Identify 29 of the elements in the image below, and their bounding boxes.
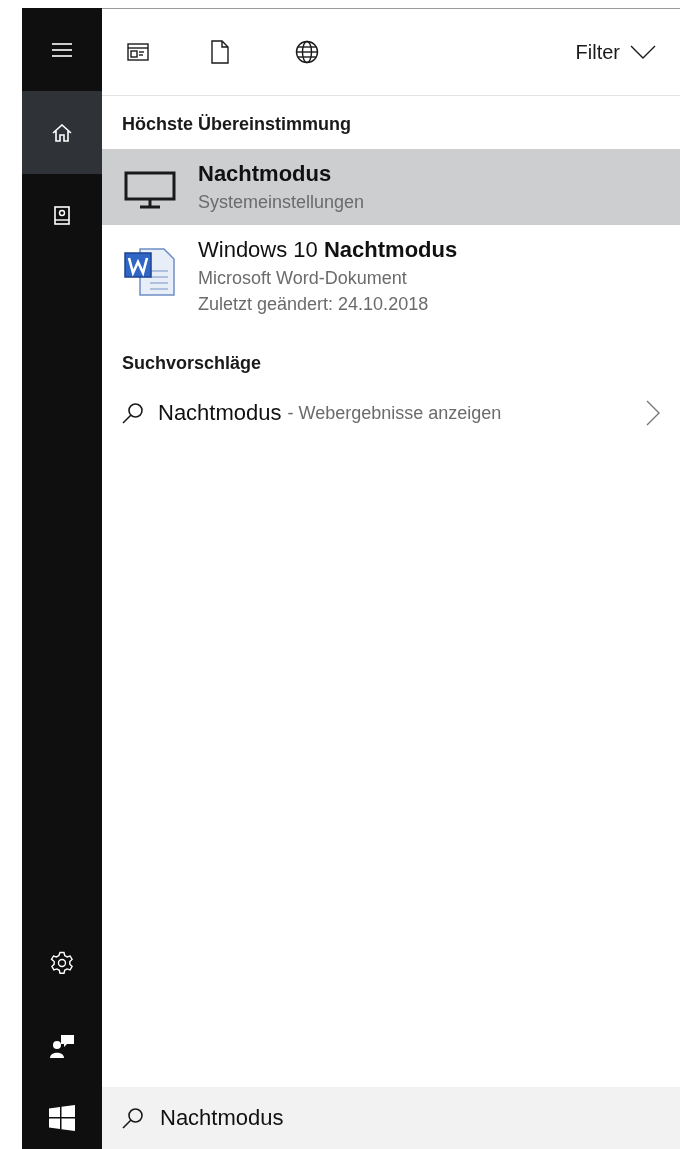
app-window-icon bbox=[127, 43, 149, 61]
filter-dropdown[interactable]: Filter bbox=[575, 40, 656, 64]
section-heading: Suchvorschläge bbox=[121, 353, 263, 374]
result-detail: Microsoft Word-Dokument bbox=[198, 268, 408, 289]
search-input[interactable]: Nachtmodus bbox=[160, 1105, 660, 1131]
chevron-right-icon[interactable] bbox=[646, 400, 660, 426]
globe-icon bbox=[295, 40, 319, 64]
result-title: Nachtmodus bbox=[198, 161, 333, 187]
result-detail: Systemeinstellungen bbox=[198, 192, 365, 213]
search-result[interactable]: Windows 10 Nachtmodus Microsoft Word-Dokument Zuletzt geändert: 24.10.2018 bbox=[102, 225, 680, 327]
home-icon bbox=[52, 123, 72, 142]
search-icon bbox=[122, 402, 144, 424]
search-result[interactable]: Nachtmodus Systemeinstellungen bbox=[102, 149, 680, 225]
section-heading: Höchste Übereinstimmung bbox=[121, 114, 353, 135]
windows-logo-icon bbox=[49, 1105, 75, 1131]
result-title: Windows 10 Nachtmodus bbox=[198, 237, 458, 263]
search-field[interactable]: Nachtmodus bbox=[102, 1087, 680, 1149]
notebook-icon bbox=[54, 205, 70, 226]
settings-icon bbox=[50, 950, 74, 975]
feedback-icon bbox=[49, 1032, 75, 1059]
result-detail: Zuletzt geändert: 24.10.2018 bbox=[198, 294, 430, 315]
suggestion-hint: - Webergebnisse anzeigen bbox=[287, 402, 502, 424]
monitor-icon bbox=[124, 171, 176, 209]
suggestion-query[interactable]: Nachtmodus bbox=[158, 400, 282, 426]
menu-icon bbox=[52, 42, 72, 57]
chevron-down-icon bbox=[630, 45, 656, 59]
search-icon bbox=[122, 1107, 144, 1129]
document-icon bbox=[211, 40, 229, 64]
word-document-icon bbox=[124, 247, 176, 297]
